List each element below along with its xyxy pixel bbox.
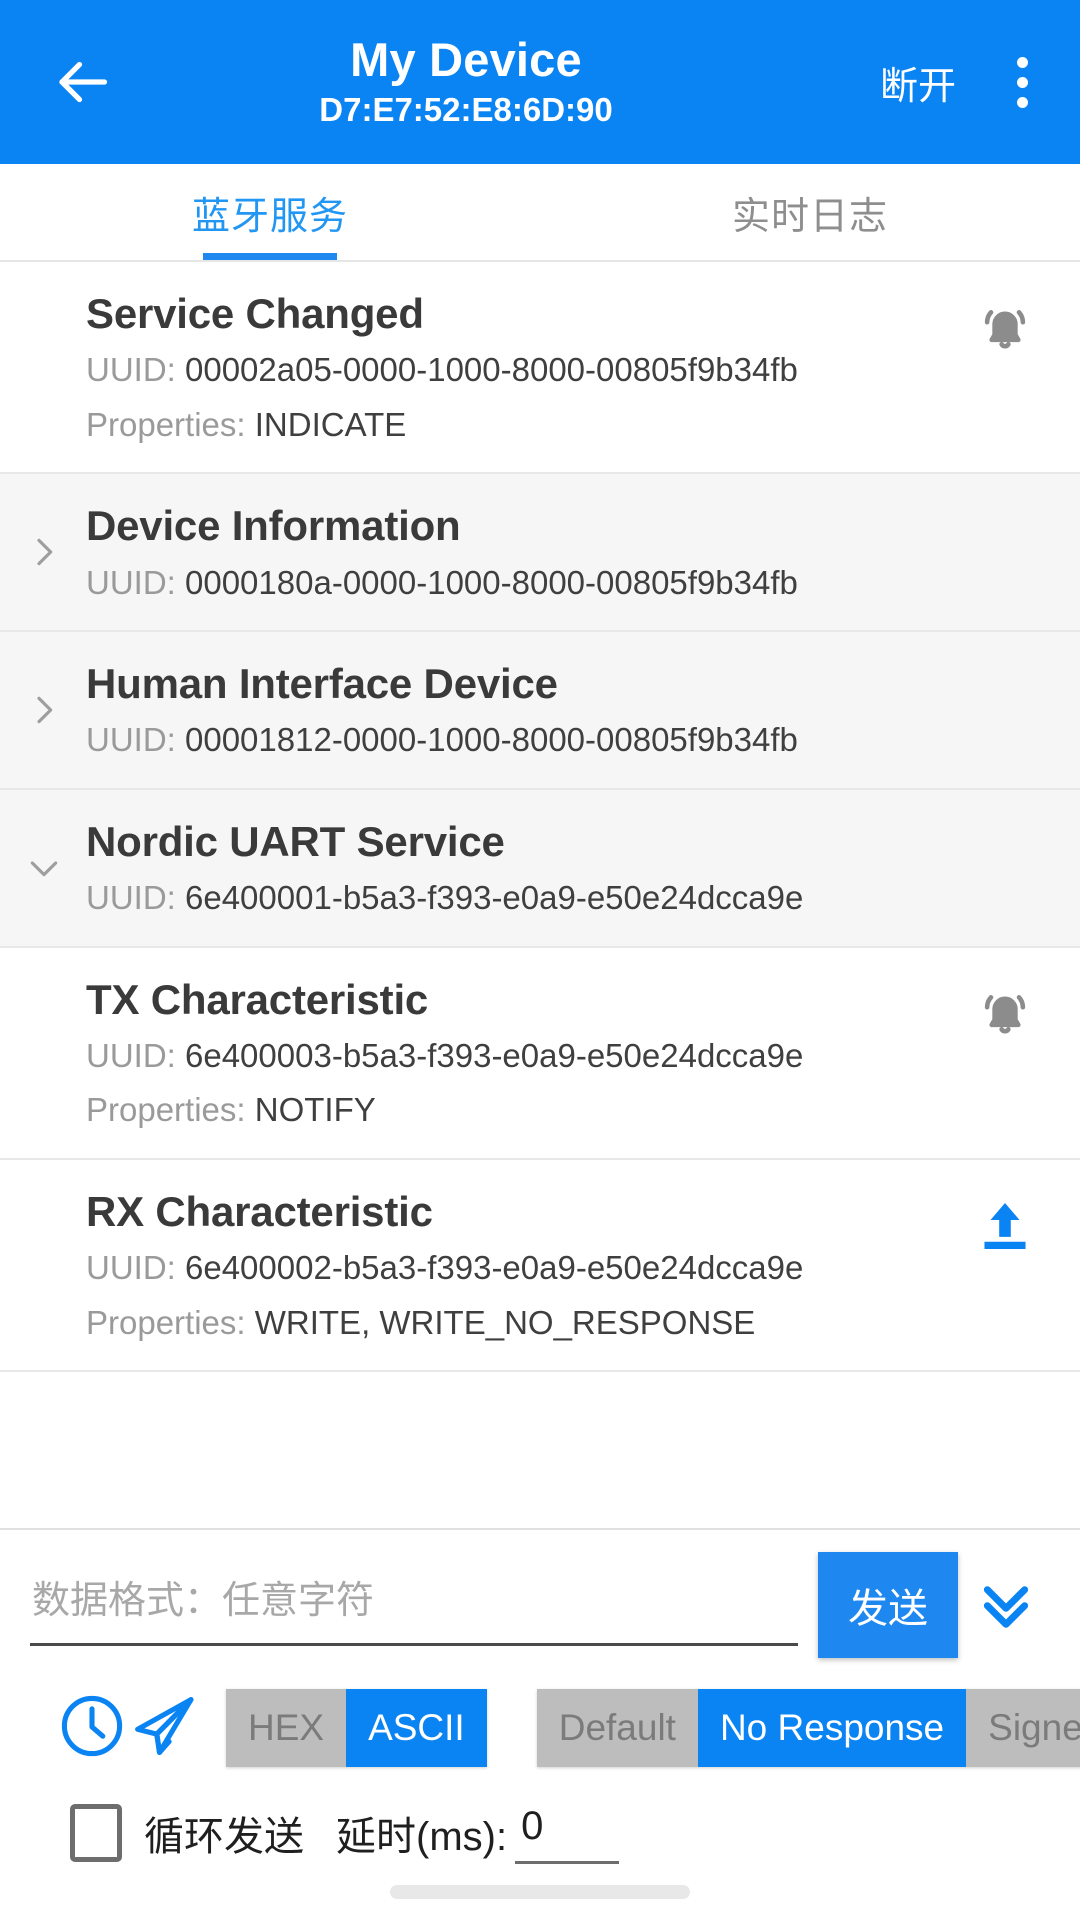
- list-item[interactable]: TX Characteristic UUID: 6e400003-b5a3-f3…: [0, 947, 1080, 1160]
- characteristic-properties-line: Properties: WRITE, WRITE_NO_RESPONSE: [86, 1299, 1044, 1347]
- send-panel: 发送: [0, 1528, 1080, 1864]
- write-mode-no-response[interactable]: No Response: [697, 1688, 967, 1768]
- quick-send-button[interactable]: [128, 1680, 200, 1776]
- send-input-row: 发送: [30, 1552, 1054, 1658]
- tab-bluetooth-services[interactable]: 蓝牙服务: [0, 164, 540, 260]
- chevron-down-icon[interactable]: [22, 846, 66, 890]
- chevron-right-icon[interactable]: [22, 688, 66, 732]
- service-uuid-line: UUID: 00002a05-0000-1000-8000-00805f9b34…: [86, 346, 1044, 394]
- uuid-value: 6e400002-b5a3-f393-e0a9-e50e24dcca9e: [185, 1249, 804, 1287]
- clock-icon: [56, 1690, 128, 1767]
- delay-label: 延时(ms):: [336, 1815, 508, 1859]
- uuid-label: UUID:: [86, 721, 185, 759]
- tab-label: 蓝牙服务: [191, 195, 348, 238]
- paper-plane-icon: [128, 1690, 200, 1767]
- delay-input[interactable]: [515, 1802, 620, 1864]
- uuid-label: UUID:: [86, 879, 185, 916]
- service-list[interactable]: Service Changed UUID: 00002a05-0000-1000…: [0, 262, 1080, 1528]
- notify-toggle-button[interactable]: [970, 982, 1040, 1052]
- properties-label: Properties:: [86, 1303, 255, 1341]
- expand-panel-button[interactable]: [958, 1557, 1054, 1653]
- service-properties-line: Properties: INDICATE: [86, 401, 1044, 449]
- uuid-label: UUID:: [86, 563, 185, 601]
- uuid-label: UUID:: [86, 351, 185, 389]
- loop-send-checkbox[interactable]: [70, 1804, 122, 1862]
- properties-value: NOTIFY: [254, 1091, 376, 1129]
- send-tools-row: HEX ASCII Default No Response Signed: [30, 1658, 1080, 1776]
- uuid-label: UUID:: [86, 1036, 185, 1074]
- app-bar: My Device D7:E7:52:E8:6D:90 断开: [0, 0, 1080, 164]
- write-button[interactable]: [970, 1194, 1040, 1264]
- tab-realtime-log[interactable]: 实时日志: [540, 164, 1080, 260]
- page-title: My Device: [350, 32, 582, 86]
- notify-toggle-button[interactable]: [970, 296, 1040, 366]
- send-button[interactable]: 发送: [818, 1552, 958, 1658]
- uuid-value: 00001812-0000-1000-8000-00805f9b34fb: [185, 721, 798, 759]
- uuid-value: 00002a05-0000-1000-8000-00805f9b34fb: [185, 351, 798, 389]
- service-name: Human Interface Device: [86, 660, 558, 708]
- tab-bar: 蓝牙服务 实时日志: [0, 164, 1080, 262]
- write-mode-default[interactable]: Default: [536, 1688, 698, 1768]
- send-options-row: 循环发送 延时(ms):: [30, 1776, 1054, 1864]
- bell-ring-icon: [976, 985, 1034, 1048]
- data-input[interactable]: [30, 1564, 798, 1646]
- list-item[interactable]: Human Interface Device UUID: 00001812-00…: [0, 632, 1080, 790]
- properties-label: Properties:: [86, 405, 255, 443]
- list-item[interactable]: Device Information UUID: 0000180a-0000-1…: [0, 474, 1080, 633]
- properties-label: Properties:: [86, 1091, 255, 1129]
- format-option-hex[interactable]: HEX: [226, 1688, 347, 1768]
- chevron-right-icon[interactable]: [22, 530, 66, 574]
- list-item[interactable]: RX Characteristic UUID: 6e400002-b5a3-f3…: [0, 1159, 1080, 1373]
- double-chevron-down-icon: [974, 1571, 1038, 1640]
- uuid-value: 0000180a-0000-1000-8000-00805f9b34fb: [185, 563, 798, 601]
- tab-label: 实时日志: [731, 195, 888, 238]
- appbar-actions: 断开: [862, 0, 1062, 164]
- bell-ring-icon: [976, 300, 1034, 363]
- format-option-ascii[interactable]: ASCII: [346, 1688, 487, 1768]
- service-name: Device Information: [86, 502, 461, 550]
- nav-handle: [390, 1885, 690, 1899]
- service-uuid-line: UUID: 6e400001-b5a3-f393-e0a9-e50e24dcca…: [86, 874, 1044, 922]
- upload-icon: [976, 1197, 1034, 1260]
- data-format-segmented-control: HEX ASCII: [226, 1688, 487, 1768]
- service-uuid-line: UUID: 0000180a-0000-1000-8000-00805f9b34…: [86, 559, 1044, 607]
- more-vertical-icon: [1016, 56, 1028, 108]
- back-button[interactable]: [36, 36, 128, 128]
- characteristic-name: TX Characteristic: [86, 975, 429, 1023]
- disconnect-button[interactable]: 断开: [862, 41, 974, 124]
- loop-send-label: 循环发送: [144, 1815, 304, 1859]
- characteristic-uuid-line: UUID: 6e400003-b5a3-f393-e0a9-e50e24dcca…: [86, 1032, 1044, 1080]
- service-name: Service Changed: [86, 290, 424, 337]
- uuid-label: UUID:: [86, 1249, 185, 1287]
- gesture-nav-hint: [0, 1864, 1080, 1920]
- service-name: Nordic UART Service: [86, 817, 505, 865]
- data-input-wrapper: [30, 1564, 798, 1646]
- history-button[interactable]: [56, 1680, 128, 1776]
- uuid-value: 6e400001-b5a3-f393-e0a9-e50e24dcca9e: [185, 879, 804, 916]
- service-uuid-line: UUID: 00001812-0000-1000-8000-00805f9b34…: [86, 716, 1044, 764]
- arrow-left-icon: [52, 52, 112, 112]
- list-item[interactable]: Nordic UART Service UUID: 6e400001-b5a3-…: [0, 789, 1080, 948]
- app-screen: My Device D7:E7:52:E8:6D:90 断开 蓝牙服务 实时日志…: [0, 0, 1080, 1920]
- properties-value: INDICATE: [254, 405, 407, 443]
- overflow-menu-button[interactable]: [982, 36, 1062, 128]
- list-item[interactable]: Service Changed UUID: 00002a05-0000-1000…: [0, 262, 1080, 475]
- write-mode-signed[interactable]: Signed: [966, 1688, 1080, 1768]
- characteristic-properties-line: Properties: NOTIFY: [86, 1086, 1044, 1134]
- write-mode-segmented-control: Default No Response Signed: [536, 1688, 1080, 1768]
- characteristic-uuid-line: UUID: 6e400002-b5a3-f393-e0a9-e50e24dcca…: [86, 1244, 1044, 1292]
- characteristic-name: RX Characteristic: [86, 1187, 433, 1235]
- device-mac-address: D7:E7:52:E8:6D:90: [319, 91, 613, 129]
- properties-value: WRITE, WRITE_NO_RESPONSE: [254, 1303, 756, 1341]
- uuid-value: 6e400003-b5a3-f393-e0a9-e50e24dcca9e: [185, 1036, 804, 1074]
